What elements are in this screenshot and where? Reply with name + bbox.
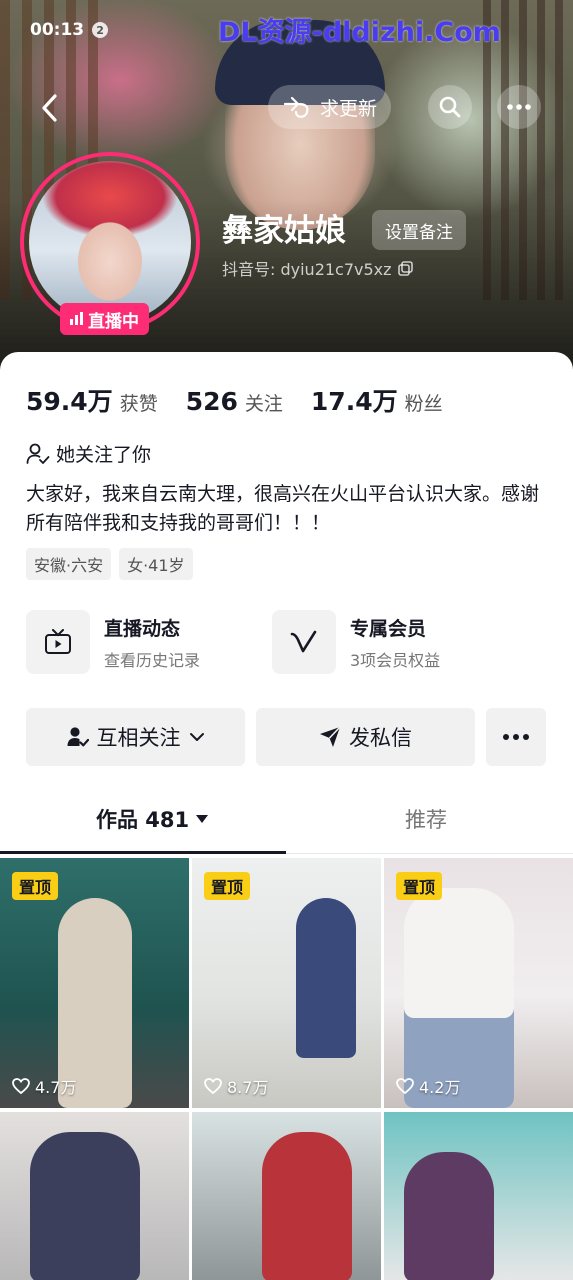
mutual-follow-label: 互相关注	[96, 726, 181, 750]
stat-followers[interactable]: 17.4万 粉丝	[311, 382, 443, 418]
stat-following-value: 526	[185, 387, 238, 416]
douyin-id-text: 抖音号: dyiu21c7v5xz	[222, 260, 392, 279]
exclusive-member-entry[interactable]: 专属会员 3项会员权益	[272, 610, 440, 674]
stat-followers-label: 粉丝	[404, 393, 443, 415]
notification-count: 2	[92, 22, 109, 38]
live-badge-label: 直播中	[88, 311, 139, 332]
profile-bio: 大家好，我来自云南大理，很高兴在火山平台认识大家。感谢所有陪伴我和支持我的哥哥们…	[26, 483, 540, 534]
stat-likes[interactable]: 59.4万 获赞	[26, 382, 158, 418]
stats-row: 59.4万 获赞 526 关注 17.4万 粉丝	[26, 382, 471, 418]
thumb-figure	[30, 1132, 140, 1280]
like-count: 8.7万	[204, 1074, 268, 1098]
video-thumbnail[interactable]: 置顶 4.2万	[384, 858, 573, 1108]
member-subtitle: 3项会员权益	[350, 650, 441, 670]
thumb-figure	[404, 1152, 494, 1280]
stat-following[interactable]: 526 关注	[186, 387, 283, 416]
tv-icon	[26, 610, 90, 674]
douyin-id[interactable]: 抖音号: dyiu21c7v5xz	[222, 256, 413, 280]
live-badge[interactable]: 直播中	[60, 303, 149, 335]
profile-name: 彝家姑娘	[222, 213, 346, 249]
send-message-button[interactable]: 发私信	[256, 708, 475, 766]
video-thumbnail[interactable]	[384, 1112, 573, 1280]
tab-recommend-label: 推荐	[405, 808, 447, 832]
request-update-label: 求更新	[320, 97, 378, 120]
paper-plane-icon	[320, 726, 341, 747]
video-thumbnail[interactable]	[0, 1112, 189, 1280]
heart-icon	[12, 1078, 30, 1094]
more-options-button[interactable]	[497, 85, 541, 129]
live-history-title: 直播动态	[104, 617, 181, 640]
more-dots-icon	[503, 734, 529, 740]
live-bars-icon	[70, 312, 83, 325]
stat-followers-value: 17.4万	[310, 387, 398, 416]
stat-likes-value: 59.4万	[26, 387, 113, 416]
member-title: 专属会员	[350, 617, 427, 640]
status-time: 00:13	[30, 20, 85, 40]
avatar-image	[29, 161, 191, 323]
like-count-value: 4.7万	[35, 1078, 77, 1097]
profile-panel: 59.4万 获赞 526 关注 17.4万 粉丝 她关注了你 大家好，我来自云南…	[0, 352, 573, 1280]
video-thumbnail[interactable]: 置顶 8.7万	[192, 858, 381, 1108]
stat-likes-label: 获赞	[119, 393, 158, 415]
video-thumbnail[interactable]: 置顶 4.7万	[0, 858, 189, 1108]
heart-icon	[204, 1078, 222, 1094]
user-check-icon	[26, 443, 50, 464]
tag-gender-age: 女·41岁	[119, 548, 193, 580]
hand-pointer-icon	[283, 96, 309, 118]
search-button[interactable]	[428, 85, 472, 129]
more-dots-icon	[507, 104, 531, 110]
like-count: 4.7万	[12, 1074, 76, 1098]
send-message-label: 发私信	[349, 726, 412, 750]
profile-tags: 安徽·六安 女·41岁	[26, 548, 193, 580]
chevron-left-icon	[42, 94, 57, 122]
tab-active-indicator	[0, 851, 286, 854]
tab-works[interactable]: 作品 481	[96, 804, 209, 834]
tag-location: 安徽·六安	[26, 548, 112, 580]
like-count-value: 8.7万	[227, 1078, 269, 1097]
stat-following-label: 关注	[244, 393, 283, 415]
set-remark-button[interactable]: 设置备注	[372, 210, 466, 250]
search-icon	[439, 96, 461, 118]
heart-icon	[396, 1078, 414, 1094]
pinned-badge: 置顶	[204, 872, 251, 900]
thumb-figure	[296, 898, 356, 1058]
more-actions-button[interactable]	[486, 708, 546, 766]
follows-you-indicator: 她关注了你	[26, 440, 151, 467]
like-count-value: 4.2万	[419, 1078, 461, 1097]
back-button[interactable]	[28, 86, 72, 130]
live-history-entry[interactable]: 直播动态 查看历史记录	[26, 610, 200, 674]
status-bar: 00:13 2	[30, 20, 109, 40]
caret-down-icon	[196, 815, 209, 823]
member-v-icon	[272, 610, 336, 674]
live-history-subtitle: 查看历史记录	[104, 650, 201, 670]
follows-you-text: 她关注了你	[56, 444, 152, 466]
pinned-badge: 置顶	[12, 872, 59, 900]
tab-works-label: 作品 481	[96, 808, 190, 832]
request-update-button[interactable]: 求更新	[268, 85, 392, 129]
content-tabs: 作品 481 推荐	[0, 804, 573, 854]
watermark-text: DL资源-dldizhi.Com	[218, 17, 501, 48]
video-thumbnail[interactable]	[192, 1112, 381, 1280]
user-check-filled-icon	[67, 727, 89, 747]
tab-recommend[interactable]: 推荐	[405, 804, 447, 834]
chevron-down-icon	[189, 733, 204, 741]
pinned-badge: 置顶	[396, 872, 443, 900]
thumb-figure	[262, 1132, 352, 1280]
mutual-follow-button[interactable]: 互相关注	[26, 708, 245, 766]
like-count: 4.2万	[396, 1074, 460, 1098]
copy-icon	[397, 260, 413, 276]
